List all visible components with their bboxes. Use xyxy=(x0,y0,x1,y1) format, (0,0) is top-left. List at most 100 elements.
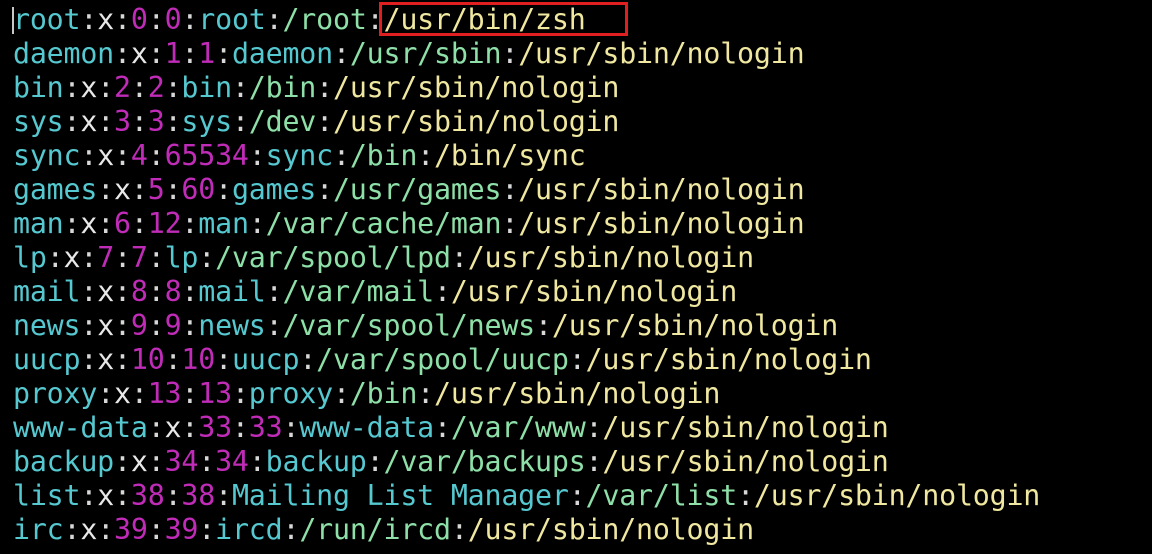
field-separator: : xyxy=(147,241,165,274)
passwd-line: sys:x:3:3:sys:/dev:/usr/sbin/nologin xyxy=(13,105,1040,139)
field-password: x xyxy=(97,139,115,172)
field-separator: : xyxy=(282,411,300,444)
field-separator: : xyxy=(215,479,232,512)
passwd-line: sync:x:4:65534:sync:/bin:/bin/sync xyxy=(13,139,1040,173)
field-shell: /usr/sbin/nologin xyxy=(551,309,839,342)
field-home: /var/mail xyxy=(282,275,434,308)
field-separator: : xyxy=(231,105,249,138)
field-separator: : xyxy=(97,173,115,206)
field-user: sys xyxy=(13,105,64,138)
field-shell: /usr/sbin/nologin xyxy=(332,71,620,104)
field-user: irc xyxy=(13,513,64,546)
field-home: /usr/sbin xyxy=(349,37,502,70)
field-home: /var/spool/uucp xyxy=(316,343,569,376)
field-user: daemon xyxy=(13,37,115,70)
field-shell: /usr/sbin/nologin xyxy=(602,445,889,478)
field-gid: 0 xyxy=(164,3,182,36)
field-separator: : xyxy=(282,513,300,546)
field-separator: : xyxy=(366,445,384,478)
field-user: games xyxy=(13,173,98,206)
passwd-line: mail:x:8:8:mail:/var/mail:/usr/sbin/nolo… xyxy=(13,275,1040,309)
field-separator: : xyxy=(181,309,199,342)
field-uid: 34 xyxy=(164,445,199,478)
field-gecos: root xyxy=(198,3,266,36)
field-uid: 1 xyxy=(164,37,182,70)
field-separator: : xyxy=(181,37,199,70)
field-separator: : xyxy=(147,445,165,478)
passwd-line: news:x:9:9:news:/var/spool/news:/usr/sbi… xyxy=(13,309,1040,343)
field-gid: 12 xyxy=(147,207,182,240)
field-separator: : xyxy=(535,309,552,342)
field-home: /run/ircd xyxy=(299,513,451,546)
field-separator: : xyxy=(198,513,216,546)
field-user: sync xyxy=(13,139,81,172)
field-separator: : xyxy=(585,411,603,444)
field-password: x xyxy=(97,309,115,342)
field-gecos: uucp xyxy=(231,343,300,376)
field-password: x xyxy=(80,71,98,104)
field-separator: : xyxy=(181,3,199,36)
field-separator: : xyxy=(434,411,451,444)
field-separator: : xyxy=(501,173,519,206)
terminal-window[interactable]: root:x:0:0:root:/root:/usr/bin/zsh daemon… xyxy=(0,0,1152,554)
field-uid: 5 xyxy=(147,173,165,206)
field-gid: 39 xyxy=(164,513,199,546)
field-gecos: www-data xyxy=(299,411,434,444)
field-separator: : xyxy=(114,3,131,36)
field-password: x xyxy=(130,37,148,70)
field-uid: 6 xyxy=(114,207,131,240)
field-gid: 65534 xyxy=(164,139,249,172)
field-password: x xyxy=(97,479,115,512)
field-user: www-data xyxy=(13,411,148,444)
field-gecos: proxy xyxy=(248,377,333,410)
field-separator: : xyxy=(198,445,216,478)
field-separator: : xyxy=(97,377,115,410)
field-separator: : xyxy=(501,207,519,240)
field-shell: /usr/sbin/nologin xyxy=(450,275,738,308)
field-separator: : xyxy=(332,139,350,172)
field-home: /root xyxy=(282,3,367,36)
field-shell: /usr/sbin/nologin xyxy=(467,241,754,274)
field-separator: : xyxy=(97,513,115,546)
field-gecos: lp xyxy=(164,241,199,274)
field-separator: : xyxy=(231,71,249,104)
field-gid: 38 xyxy=(181,479,216,512)
field-separator: : xyxy=(130,105,148,138)
field-separator: : xyxy=(147,3,165,36)
field-separator: : xyxy=(164,173,182,206)
field-separator: : xyxy=(114,445,131,478)
field-password: x xyxy=(97,343,115,376)
field-separator: : xyxy=(80,139,98,172)
field-separator: : xyxy=(231,377,249,410)
field-password: x xyxy=(63,241,81,274)
field-gid: 1 xyxy=(198,37,216,70)
field-user: mail xyxy=(13,275,81,308)
root-shell-highlight xyxy=(379,2,628,36)
field-home: /bin xyxy=(248,71,317,104)
field-password: x xyxy=(97,3,115,36)
field-password: x xyxy=(130,445,148,478)
field-separator: : xyxy=(181,377,199,410)
field-gecos: daemon xyxy=(231,37,333,70)
field-separator: : xyxy=(215,343,232,376)
passwd-line: proxy:x:13:13:proxy:/bin:/usr/sbin/nolog… xyxy=(13,377,1040,411)
field-separator: : xyxy=(316,71,333,104)
field-separator: : xyxy=(585,445,603,478)
field-shell: /usr/sbin/nologin xyxy=(518,207,805,240)
field-separator: : xyxy=(80,343,98,376)
passwd-line: daemon:x:1:1:daemon:/usr/sbin:/usr/sbin/… xyxy=(13,37,1040,71)
field-gecos: mail xyxy=(198,275,266,308)
field-gecos: backup xyxy=(265,445,367,478)
field-separator: : xyxy=(130,173,148,206)
field-separator: : xyxy=(434,275,451,308)
field-gecos: Mailing List Manager xyxy=(231,479,569,512)
field-user: backup xyxy=(13,445,115,478)
field-shell: /usr/sbin/nologin xyxy=(518,37,805,70)
field-separator: : xyxy=(147,139,165,172)
field-separator: : xyxy=(114,275,131,308)
field-separator: : xyxy=(114,241,131,274)
field-separator: : xyxy=(80,241,98,274)
field-separator: : xyxy=(231,411,249,444)
field-separator: : xyxy=(130,377,148,410)
field-separator: : xyxy=(114,343,131,376)
